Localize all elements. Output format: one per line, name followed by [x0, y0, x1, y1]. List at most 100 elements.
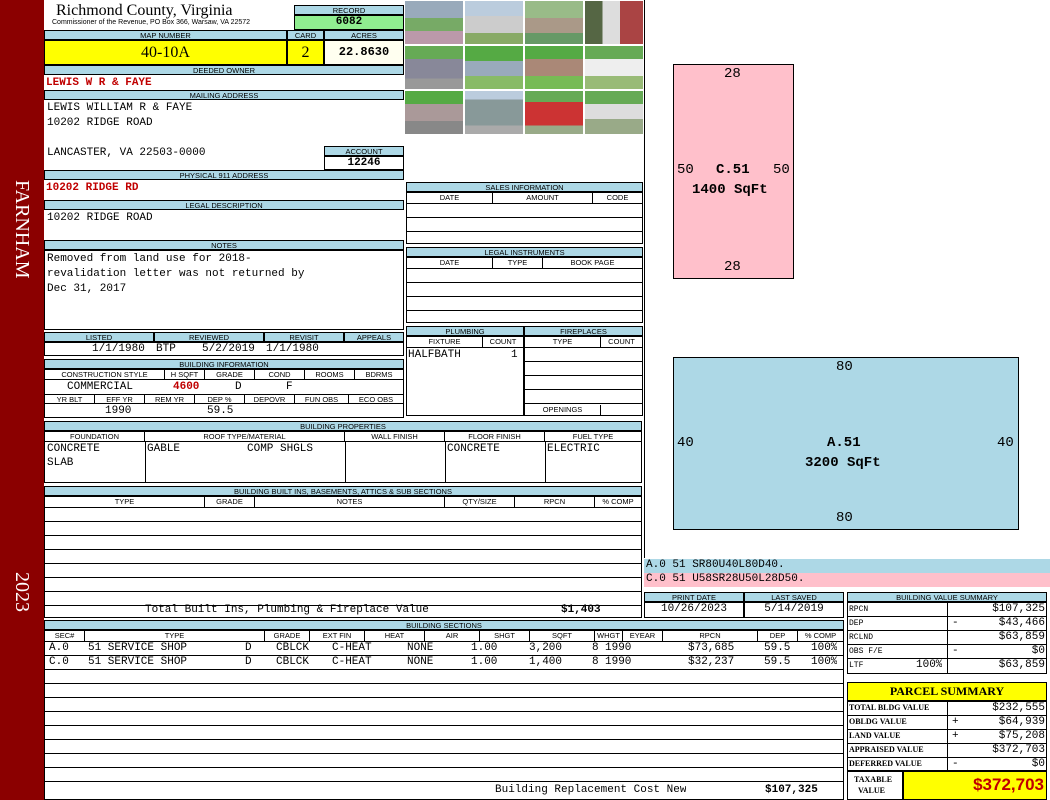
sections-row [45, 698, 843, 712]
notes-line-3: Dec 31, 2017 [47, 283, 127, 295]
section-a-air: NONE [407, 642, 434, 654]
last-saved: 5/14/2019 [744, 602, 844, 618]
section-c-whgt: 8 [592, 656, 599, 668]
fireplaces-label: FIREPLACES [524, 326, 643, 336]
building-properties-label: BUILDING PROPERTIES [44, 421, 642, 431]
bvs-ltf: $63,859 [998, 659, 1045, 671]
sales-row [407, 204, 642, 218]
county-title: Richmond County, Virginia [56, 2, 233, 19]
sales-table: DATE AMOUNT CODE [406, 192, 643, 244]
builtins-col-notes: NOTES [255, 497, 445, 507]
sections-col-rpcn: RPCN [663, 631, 758, 641]
photo-grid [404, 0, 644, 135]
fireplace-row [525, 348, 642, 362]
plumbing-table: FIXTURE COUNT HALFBATH 1 [406, 336, 524, 416]
bvs-rpcn: $107,325 [992, 603, 1045, 615]
tax-year: 2023 [11, 572, 33, 612]
bvs-table: RPCN $107,325 DEP - $43,466 RCLND $63,85… [847, 602, 1047, 674]
bi2-header-ecoobs: ECO OBS [358, 395, 394, 403]
li-row [407, 283, 642, 297]
sections-col-heat: HEAT [365, 631, 425, 641]
bvs-obs-label: OBS F/E [849, 647, 883, 656]
sections-col-extfin: EXT FIN [310, 631, 365, 641]
sales-col-amount: AMOUNT [493, 193, 593, 203]
revisit-date: 1/1/1980 [266, 343, 319, 355]
bi-header-hsqft: H SQFT [165, 370, 205, 379]
bi-header-cond: COND [255, 370, 305, 379]
props-col-floor: FLOOR FINISH [445, 432, 545, 442]
builtins-row [45, 508, 641, 522]
bvs-label: BUILDING VALUE SUMMARY [847, 592, 1047, 602]
fireplace-row [525, 376, 642, 390]
roof-type: GABLE [147, 443, 181, 455]
photo-12 [584, 90, 644, 135]
section-a-right-dim: 40 [997, 435, 1014, 451]
photo-7 [524, 45, 584, 90]
deeded-owner-label: DEEDED OWNER [44, 65, 404, 75]
building-properties-table: FOUNDATION ROOF TYPE/MATERIAL WALL FINIS… [44, 431, 642, 483]
fuel-type: ELECTRIC [547, 443, 600, 455]
section-a-type: 51 SERVICE SHOP [88, 642, 188, 654]
sections-row [45, 670, 843, 684]
card-number: 2 [287, 40, 324, 65]
builtins-row [45, 578, 641, 592]
mailing-line-3: LANCASTER, VA 22503-0000 [47, 147, 206, 159]
notes-line-2: revalidation letter was not returned by [47, 268, 305, 280]
listed-date: 1/1/1980 [92, 343, 145, 355]
sales-row [407, 218, 642, 232]
plumbing-label: PLUMBING [406, 326, 524, 336]
section-c-rpcn: $32,237 [688, 656, 735, 668]
parcel-appraised: $372,703 [992, 744, 1045, 756]
builtins-table: TYPE GRADE NOTES QTY/SIZE RPCN % COMP To… [44, 496, 642, 618]
builtins-row [45, 536, 641, 550]
bi2-header-dep: DEP % [195, 395, 245, 403]
building-info-grid: CONSTRUCTION STYLE H SQFT GRADE COND ROO… [44, 369, 404, 418]
record-label: RECORD [294, 5, 404, 15]
last-saved-label: LAST SAVED [744, 592, 844, 602]
building-info-label: BUILDING INFORMATION [44, 359, 404, 369]
photo-3 [524, 0, 584, 45]
fireplace-row [525, 390, 642, 404]
section-c-grade: D [245, 656, 252, 668]
section-c-right-dim: 50 [773, 162, 790, 178]
props-col-fuel: FUEL TYPE [545, 432, 641, 442]
parcel-deferred-label: DEFERRED VALUE [849, 759, 922, 768]
acres-label: ACRES [324, 30, 404, 40]
sections-row [45, 684, 843, 698]
photo-11 [524, 90, 584, 135]
bvs-obs: $0 [1031, 645, 1045, 657]
eff-year: 1990 [105, 405, 132, 417]
builtins-total-value: $1,403 [561, 604, 601, 616]
map-number-label: MAP NUMBER [44, 30, 287, 40]
section-a-top-dim: 80 [836, 359, 853, 375]
fireplaces-table: TYPE COUNT OPENINGS [524, 336, 643, 416]
taxable-label-2: VALUE [858, 786, 885, 795]
physical-address-label: PHYSICAL 911 ADDRESS [44, 170, 404, 180]
replacement-cost-label: Building Replacement Cost New [495, 784, 687, 796]
builtins-label: BUILDING BUILT INS, BASEMENTS, ATTICS & … [44, 486, 642, 496]
listed-label: LISTED [44, 332, 154, 342]
plumbing-col-fixture: FIXTURE [407, 337, 483, 347]
li-row [407, 297, 642, 311]
bvs-dep-label: DEP [849, 619, 864, 628]
sections-row [45, 768, 843, 782]
taxable-label-1: TAXABLE [854, 775, 893, 784]
section-a-heat: C-HEAT [332, 642, 372, 654]
sections-row [45, 740, 843, 754]
parcel-obldg: $64,939 [998, 716, 1045, 728]
bvs-rpcn-label: RPCN [849, 605, 869, 614]
li-row [407, 269, 642, 283]
plumbing-count: 1 [511, 349, 518, 361]
section-c-label: C.51 [716, 162, 750, 178]
section-c-dep: 59.5 [764, 656, 791, 668]
bvs-obs-sign: - [952, 645, 959, 657]
plumbing-col-count: COUNT [489, 337, 517, 346]
photo-6 [464, 45, 524, 90]
commissioner-line: Commissioner of the Revenue, PO Box 366,… [52, 19, 251, 26]
section-a-extfin: CBLCK [276, 642, 310, 654]
review-row: LISTED REVIEWED REVISIT APPEALS 1/1/1980… [44, 332, 404, 356]
bvs-ltf-label: LTF [849, 661, 864, 670]
li-col-date: DATE [407, 258, 493, 268]
district-name: FARNHAM [11, 180, 33, 279]
section-a-shgt: 1.00 [471, 642, 498, 654]
